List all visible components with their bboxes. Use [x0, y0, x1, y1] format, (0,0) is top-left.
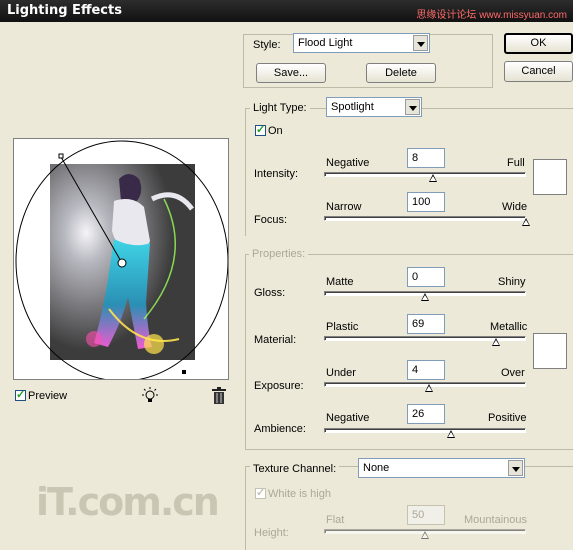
ambient-color-swatch[interactable] [533, 333, 567, 369]
light-direction-handle[interactable] [58, 153, 64, 159]
gloss-min-label: Matte [326, 276, 354, 288]
site-watermark: 思缘设计论坛 www.missyuan.com [416, 10, 567, 21]
material-label: Material: [254, 334, 297, 346]
ambience-label: Ambience: [254, 423, 306, 435]
preview-svg [15, 140, 228, 379]
height-field[interactable]: 50 [407, 505, 445, 525]
style-select-value: Flood Light [298, 37, 353, 49]
chevron-down-icon [413, 35, 428, 51]
intensity-min-label: Negative [326, 157, 370, 169]
properties-label: Properties: [249, 248, 309, 260]
style-label: Style: [253, 39, 281, 51]
intensity-slider-thumb[interactable] [429, 174, 438, 182]
exposure-field[interactable]: 4 [407, 360, 445, 380]
save-button[interactable]: Save... [256, 63, 326, 83]
intensity-slider-track[interactable] [324, 172, 526, 177]
cancel-button[interactable]: Cancel [504, 61, 573, 82]
texture-channel-value: None [363, 462, 390, 474]
focus-label: Focus: [254, 214, 288, 226]
light-type-select[interactable]: Spotlight [326, 97, 422, 117]
ambience-min-label: Negative [326, 412, 370, 424]
gloss-field[interactable]: 0 [407, 267, 445, 287]
light-center-handle[interactable] [117, 258, 127, 268]
intensity-max-label: Full [507, 157, 525, 169]
exposure-max-label: Over [501, 367, 525, 379]
light-color-swatch[interactable] [533, 159, 567, 195]
light-type-label: Light Type: [250, 102, 310, 114]
chevron-down-icon [508, 460, 523, 476]
height-label: Height: [254, 527, 289, 539]
height-min-label: Flat [326, 514, 345, 526]
focus-field[interactable]: 100 [407, 192, 445, 212]
light-edge-handle[interactable] [182, 370, 186, 374]
light-on-checkbox[interactable] [255, 123, 266, 136]
white-is-high-checkbox[interactable] [255, 486, 266, 499]
height-slider-thumb[interactable] [421, 531, 429, 539]
brand-logo: iT.com.cn [36, 480, 220, 524]
height-max-label: Mountainous [464, 514, 527, 526]
material-max-label: Metallic [490, 321, 528, 333]
white-is-high-label: White is high [268, 488, 331, 500]
intensity-field[interactable]: 8 [407, 148, 445, 168]
ambience-slider-thumb[interactable] [447, 430, 456, 438]
ambience-slider-track[interactable] [324, 428, 526, 433]
lightbulb-svg [142, 387, 158, 402]
delete-button[interactable]: Delete [366, 63, 436, 83]
preview-checkbox[interactable] [15, 388, 26, 401]
focus-max-label: Wide [502, 201, 528, 213]
texture-channel-label: Texture Channel: [250, 463, 340, 475]
material-min-label: Plastic [326, 321, 359, 333]
window-title: Lighting Effects [7, 3, 122, 18]
focus-min-label: Narrow [326, 201, 362, 213]
focus-slider-track[interactable] [324, 216, 526, 221]
focus-slider-thumb[interactable] [522, 218, 530, 226]
gloss-max-label: Shiny [498, 276, 526, 288]
lightbulb-icon[interactable] [140, 386, 160, 406]
light-preview-canvas[interactable] [13, 138, 229, 380]
ambience-max-label: Positive [488, 412, 527, 424]
trash-svg [212, 387, 226, 404]
exposure-min-label: Under [326, 367, 356, 379]
material-slider-thumb[interactable] [491, 338, 500, 346]
preview-label: Preview [28, 390, 68, 402]
gloss-label: Gloss: [254, 287, 286, 299]
exposure-label: Exposure: [254, 380, 304, 392]
gloss-slider-thumb[interactable] [421, 293, 429, 301]
ok-button[interactable]: OK [504, 33, 573, 54]
light-type-select-value: Spotlight [331, 101, 374, 113]
style-select[interactable]: Flood Light [293, 33, 430, 53]
material-field[interactable]: 69 [407, 314, 445, 334]
trash-icon[interactable] [211, 387, 227, 405]
chevron-down-icon [405, 99, 420, 115]
ambience-field[interactable]: 26 [407, 404, 445, 424]
intensity-label: Intensity: [254, 168, 299, 180]
texture-channel-select[interactable]: None [358, 458, 525, 478]
light-on-label: On [268, 125, 283, 137]
exposure-slider-thumb[interactable] [425, 384, 434, 392]
